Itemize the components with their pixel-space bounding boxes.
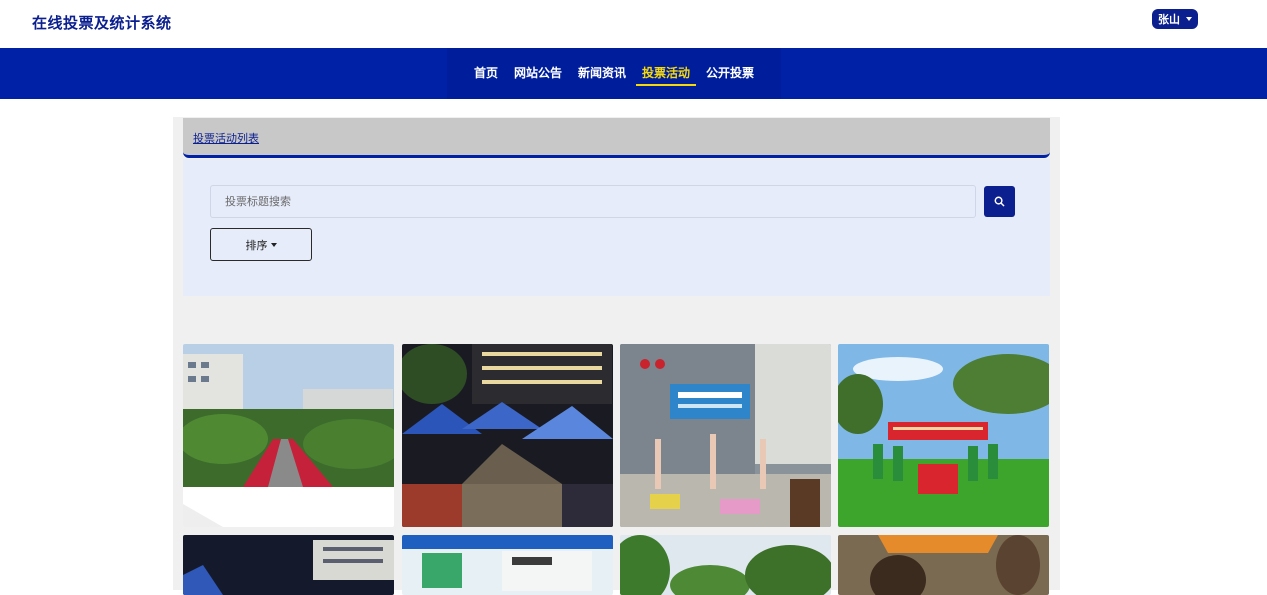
- activity-image: [620, 535, 831, 595]
- sort-dropdown-button[interactable]: 排序: [210, 228, 312, 261]
- activity-image: [183, 535, 394, 595]
- user-menu-button[interactable]: 张山: [1152, 9, 1198, 29]
- main-navbar: 首页 网站公告 新闻资讯 投票活动 公开投票: [0, 48, 1267, 99]
- nav-item-home[interactable]: 首页: [466, 48, 506, 99]
- activity-image: [838, 535, 1049, 595]
- nav-item-announcements[interactable]: 网站公告: [506, 48, 570, 99]
- activity-image: [838, 344, 1049, 527]
- activity-image: [183, 344, 394, 527]
- activity-image: [402, 535, 613, 595]
- sort-label: 排序: [245, 238, 268, 252]
- activity-card[interactable]: [838, 535, 1049, 595]
- site-title[interactable]: 在线投票及统计系统: [32, 12, 172, 33]
- activity-card[interactable]: [402, 344, 613, 527]
- activity-image: [402, 344, 613, 527]
- nav-item-news[interactable]: 新闻资讯: [570, 48, 634, 99]
- breadcrumb-link[interactable]: 投票活动列表: [193, 130, 259, 146]
- activity-card[interactable]: [183, 535, 394, 595]
- breadcrumb: 投票活动列表: [183, 118, 1050, 158]
- caret-down-icon: [1186, 17, 1192, 21]
- activity-card[interactable]: [838, 344, 1049, 527]
- top-header: 在线投票及统计系统 张山: [0, 0, 1267, 48]
- activity-card[interactable]: [620, 344, 831, 527]
- nav-menu: 首页 网站公告 新闻资讯 投票活动 公开投票: [447, 48, 781, 99]
- nav-item-public-voting[interactable]: 公开投票: [698, 48, 762, 99]
- activity-card[interactable]: [183, 344, 394, 527]
- activity-image: [620, 344, 831, 527]
- activity-card[interactable]: [620, 535, 831, 595]
- nav-item-voting-activities[interactable]: 投票活动: [634, 48, 698, 99]
- caret-down-icon: [270, 242, 277, 247]
- search-button[interactable]: [984, 186, 1015, 217]
- search-icon: [994, 196, 1005, 207]
- activity-card[interactable]: [402, 535, 613, 595]
- search-panel: 排序: [183, 159, 1050, 296]
- main-content: 投票活动列表 排序: [173, 117, 1060, 595]
- search-input[interactable]: [210, 185, 976, 218]
- user-name: 张山: [1158, 13, 1180, 26]
